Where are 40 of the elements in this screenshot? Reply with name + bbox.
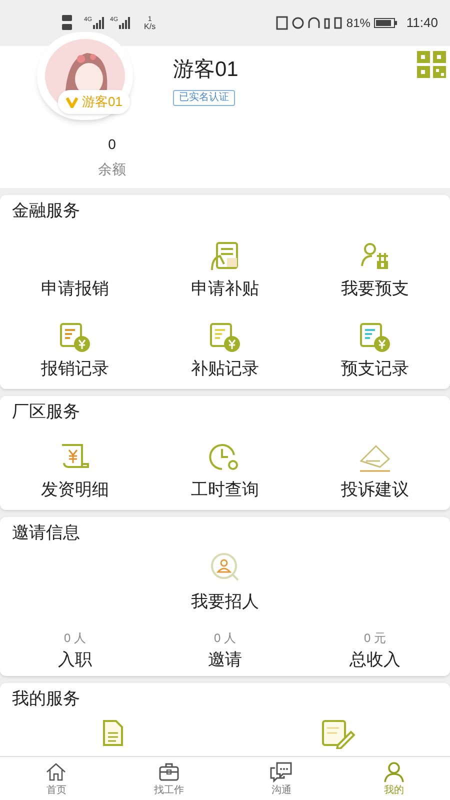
nav-tab[interactable]: 找工作 — [112, 757, 225, 800]
stat-label: 总收入 — [350, 648, 400, 670]
service-item[interactable]: 工时查询 — [150, 424, 300, 504]
service-item[interactable]: 报销记录 — [0, 303, 150, 383]
person-icon — [382, 760, 406, 782]
stat-value: 0 人 — [214, 630, 236, 646]
section-title: 邀请信息 — [11, 522, 81, 544]
section-title: 我的服务 — [11, 688, 81, 710]
stat-label: 邀请 — [208, 648, 242, 670]
signal-icon — [118, 17, 132, 29]
nav-tab[interactable]: 沟通 — [225, 757, 338, 800]
service-item[interactable]: 我要预支 — [300, 223, 450, 303]
headphones-icon — [308, 17, 320, 29]
speed-unit: K/s — [144, 22, 156, 30]
chat-icon — [269, 760, 294, 782]
service-item[interactable]: 投诉建议 — [300, 424, 450, 504]
battery-percent: 81% — [346, 15, 370, 32]
section-title: 金融服务 — [11, 200, 81, 222]
balance-label: 余额 — [98, 160, 126, 179]
verified-tag: 已实名认证 — [173, 90, 235, 106]
recruit-item[interactable]: 我要招人 — [175, 551, 275, 614]
clock-time: 11:40 — [406, 14, 438, 32]
stat-label: 入职 — [58, 648, 92, 670]
service-item[interactable]: 申请补贴 — [150, 223, 300, 303]
balance-value: 0 — [108, 135, 116, 154]
service-item[interactable]: 申请报销 — [0, 223, 150, 303]
user-name: 游客01 — [173, 57, 238, 83]
section-title: 厂区服务 — [11, 401, 81, 423]
service-item[interactable]: 补贴记录 — [150, 303, 300, 383]
badge-text: 游客01 — [82, 93, 122, 112]
stat-value: 0 人 — [64, 630, 86, 646]
service-item[interactable]: 发资明细 — [0, 424, 150, 504]
nav-tab[interactable]: 首页 — [0, 757, 112, 800]
stat-value: 0 元 — [364, 630, 386, 646]
service-item[interactable]: 预支记录 — [300, 303, 450, 383]
check-icon — [66, 96, 78, 108]
battery-icon — [374, 17, 398, 29]
signal-icon — [92, 17, 106, 29]
qr-code-icon — [417, 51, 447, 79]
document-pen-icon — [320, 719, 354, 749]
